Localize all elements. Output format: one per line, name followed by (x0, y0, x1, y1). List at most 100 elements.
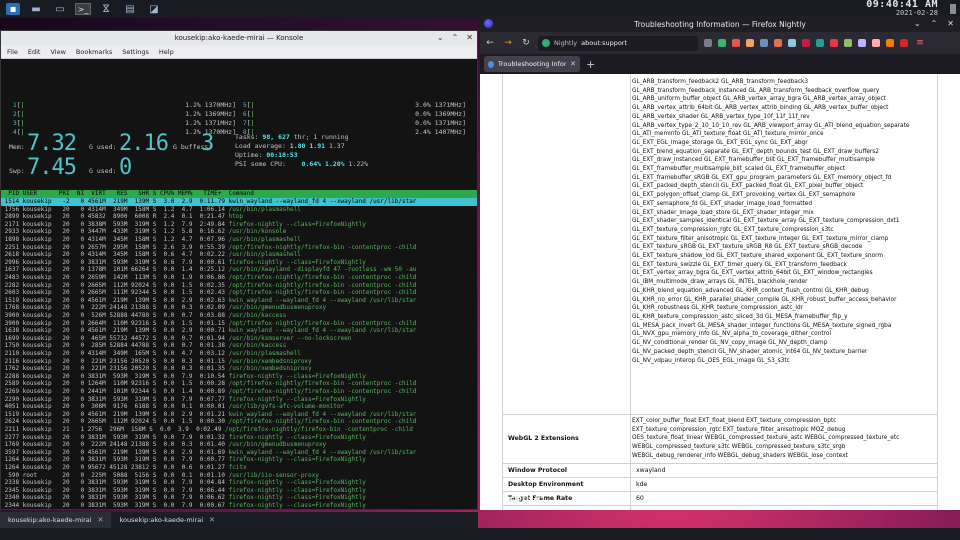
cpu-meter: 7[| 0.0% 1371MHz] (239, 119, 466, 127)
extension-icon[interactable] (788, 39, 796, 47)
extension-line: GL_EXT_semaphore_fd GL_EXT_shader_image_… (632, 200, 813, 207)
konsole-window: kousekip:ako-kaede-mirai — Konsole ⌄ ⌃ ✕… (0, 30, 478, 510)
extension-line: GL_KHR_blend_equation_advanced GL_KHR_co… (632, 287, 869, 294)
nightly-badge-icon (542, 39, 550, 47)
clock[interactable]: 09:40:41 AM 2021-02-28 (866, 0, 938, 17)
extension-line: GL_KHR_texture_compression_astc_sliced_3… (632, 313, 848, 320)
cpu-meter: 5[| 3.0% 1371MHz] (239, 101, 466, 109)
extension-line: GL_NV_vdpau_interop GL_OES_EGL_image GL_… (632, 357, 790, 364)
url-bar[interactable]: Nightly about:support (538, 35, 698, 51)
tab-troubleshooting[interactable]: Troubleshooting Informat ✕ (484, 56, 580, 72)
menu-file[interactable]: File (7, 48, 18, 56)
extension-line: GL_ARB_transform_feedback2 GL_ARB_transf… (632, 79, 809, 85)
mem-label: Mem: (9, 143, 25, 151)
extension-icon[interactable] (844, 39, 852, 47)
menu-edit[interactable]: Edit (28, 48, 41, 56)
maximize-icon[interactable]: ⌃ (452, 33, 459, 42)
cpu-meter: 3[| 1.2% 1371MHz] (9, 119, 236, 127)
firefox-icon (484, 19, 493, 28)
extension-icon[interactable] (802, 39, 810, 47)
maximize-icon[interactable]: ⌃ (931, 19, 938, 28)
swp-label: Swp: (9, 167, 25, 175)
terminal-area[interactable]: 1[| 1.2% 1370MHz] 2[| 1.2% 1369MHz] 3[| … (1, 59, 477, 509)
extension-icon[interactable] (900, 39, 908, 47)
close-icon[interactable]: ✕ (570, 60, 576, 68)
forward-icon[interactable]: → (502, 38, 514, 48)
extension-icon[interactable] (872, 39, 880, 47)
konsole-titlebar[interactable]: kousekip:ako-kaede-mirai — Konsole ⌄ ⌃ ✕ (1, 31, 477, 45)
page-content[interactable]: GL_ARB_transform_feedback2 GL_ARB_transf… (480, 74, 960, 510)
extension-line: GL_NVX_gpu_memory_info GL_NV_alpha_to_co… (632, 331, 832, 338)
extension-icon[interactable] (760, 39, 768, 47)
folder-icon[interactable]: ▬ (27, 2, 45, 16)
table-row[interactable]: 2344 kousekip 20 0 3831M 593M 319M S 0.0… (1, 502, 477, 509)
window-icon[interactable]: ▭ (51, 2, 69, 16)
table-row: Target Frame Rate 60 (502, 491, 938, 505)
menu-bookmarks[interactable]: Bookmarks (76, 48, 112, 56)
close-icon[interactable]: ✕ (98, 516, 104, 524)
extension-icon[interactable] (886, 39, 894, 47)
extension-line: GL_EXT_texture_filter_anisotropic GL_EXT… (632, 235, 889, 242)
extension-icon[interactable] (704, 39, 712, 47)
extension-icon[interactable] (774, 39, 782, 47)
mem-used-2: 2.16 (119, 131, 169, 156)
cpu-meter: 1[| 1.2% 1370MHz] (9, 101, 236, 109)
extension-line: GL_ARB_vertex_type_2_10_10_10_rev GL_ARB… (632, 122, 910, 129)
extension-line: WEBGL_compressed_texture_s3tc WEBGL_comp… (632, 444, 846, 451)
cpu-meter: 6[| 0.0% 1369MHz] (239, 110, 466, 118)
extension-line: GL_ARB_vertex_shader GL_ARB_vertex_type_… (632, 113, 810, 120)
firefox-window: Troubleshooting Information — Firefox Ni… (480, 16, 960, 510)
extension-line: GL_ARB_uniform_buffer_object GL_ARB_vert… (632, 96, 886, 103)
app-launcher-icon[interactable]: ▪ (6, 3, 20, 15)
extension-line: EXT_color_buffer_float EXT_float_blend E… (632, 418, 837, 424)
extension-line: GL_ATI_meminfo GL_ATI_texture_float GL_A… (632, 131, 824, 138)
system-tray (950, 4, 956, 14)
table-row: Desktop Environment kde (502, 477, 938, 491)
close-icon[interactable]: ✕ (209, 516, 215, 524)
konsole-taskbar-icon[interactable]: >_ (75, 3, 91, 15)
extension-line: GL_NV_packed_depth_stencil GL_NV_shader_… (632, 348, 868, 355)
reload-icon[interactable]: ↻ (520, 38, 532, 48)
konsole-tab[interactable]: kousekip:ako-kaede-mirai ✕ (0, 512, 112, 528)
extension-line: GL_EXT_texture_sRGB GL_EXT_texture_sRGB_… (632, 244, 863, 251)
extension-line: GL_EXT_texture_swizzle GL_EXT_timer_quer… (632, 261, 847, 268)
extension-line: GL_EXT_framebuffer_sRGB GL_EXT_gpu_progr… (632, 174, 892, 181)
extension-icon[interactable] (830, 39, 838, 47)
extension-icon[interactable] (746, 39, 754, 47)
swp-used: 0 (119, 155, 132, 180)
menu-settings[interactable]: Settings (122, 48, 149, 56)
extension-icon[interactable] (816, 39, 824, 47)
uptime: Uptime: 00:18:53 (235, 151, 298, 159)
tray-indicator-icon[interactable] (950, 4, 956, 14)
table-row: Window Protocol xwayland (502, 463, 938, 477)
url-text: about:support (581, 39, 628, 47)
back-icon[interactable]: ← (484, 38, 496, 48)
menu-view[interactable]: View (50, 48, 65, 56)
extension-line: GL_EXT_vertex_array_bgra GL_EXT_vertex_a… (632, 270, 873, 277)
webgl2-extensions-value: EXT_color_buffer_float EXT_float_blend E… (632, 417, 938, 461)
chat-icon[interactable]: ◪ (145, 2, 163, 16)
extension-line: GL_IBM_multimode_draw_arrays GL_INTEL_bl… (632, 279, 808, 286)
firefox-titlebar[interactable]: Troubleshooting Information — Firefox Ni… (480, 16, 960, 32)
minimize-icon[interactable]: ⌄ (437, 33, 444, 42)
menu-hamburger-icon[interactable]: ≡ (914, 38, 926, 48)
process-table-header[interactable]: PID USER PRI NI VIRT RES SHR S CPU% MEM%… (1, 190, 477, 198)
extension-line: GL_ARB_transform_feedback_instanced GL_A… (632, 87, 880, 94)
extension-icon[interactable] (858, 39, 866, 47)
extension-line: GL_EXT_blend_equation_separate GL_EXT_de… (632, 148, 879, 155)
minimize-icon[interactable]: ⌄ (914, 19, 921, 28)
mem-buffers: 3 (201, 131, 214, 156)
close-icon[interactable]: ✕ (466, 33, 473, 42)
firefox-title: Troubleshooting Information — Firefox Ni… (634, 19, 806, 29)
konsole-tab[interactable]: kousekip:ako-kaede-mirai ✕ (111, 512, 222, 528)
menu-help[interactable]: Help (159, 48, 174, 56)
extension-icon[interactable] (732, 39, 740, 47)
dolphin-icon[interactable]: ▤ (121, 2, 139, 16)
close-icon[interactable]: ✕ (947, 19, 954, 28)
extension-line: GL_EXT_draw_instanced GL_EXT_framebuffer… (632, 157, 875, 164)
extension-line: GL_NV_conditional_render GL_NV_copy_imag… (632, 340, 828, 347)
new-tab-icon[interactable]: + (586, 58, 595, 71)
wrench-icon[interactable]: ⴵ (97, 2, 115, 16)
extension-icon[interactable] (718, 39, 726, 47)
mem-used: 7.32 (27, 131, 77, 156)
